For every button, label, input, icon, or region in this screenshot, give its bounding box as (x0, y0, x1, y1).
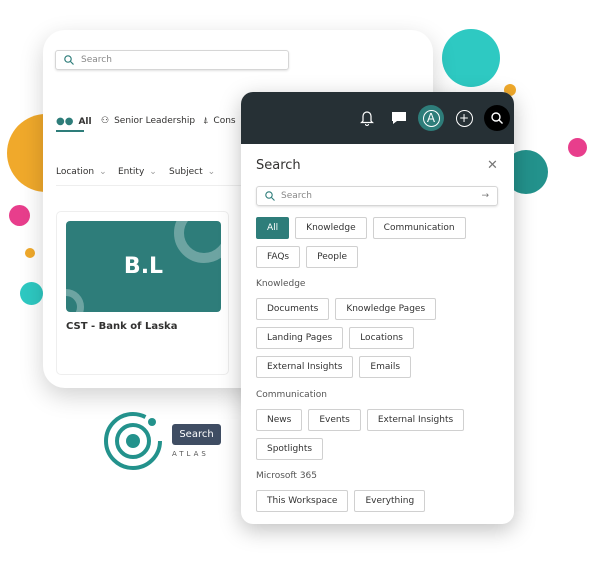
close-icon[interactable]: ✕ (487, 158, 498, 173)
chip-everything[interactable]: Everything (354, 490, 426, 512)
person-lock-icon: ⚇ (101, 116, 110, 126)
scope-knowledge[interactable]: Knowledge (295, 217, 367, 239)
brand-name: ATLAS (172, 450, 209, 458)
decor-circle (9, 205, 30, 226)
scope-faqs[interactable]: FAQs (256, 246, 301, 268)
search-icon (64, 55, 74, 65)
filter-entity[interactable]: Entity ⌄ (118, 167, 157, 177)
chevron-down-icon: ⌄ (207, 167, 216, 177)
decor-circle (25, 248, 35, 258)
search-input[interactable]: Search (55, 50, 289, 70)
cone-icon: ⍋ (203, 116, 209, 126)
search-panel: A + Search ✕ Search → All Knowledge Comm… (241, 92, 514, 524)
people-icon: ●● (56, 116, 74, 127)
chevron-down-icon: ⌄ (149, 167, 157, 177)
scope-communication[interactable]: Communication (372, 217, 466, 239)
tab-all[interactable]: ●● All (56, 116, 92, 127)
scope-all[interactable]: All (256, 217, 290, 239)
chat-icon[interactable] (386, 105, 412, 131)
search-badge: Search (172, 424, 221, 445)
search-icon[interactable] (484, 105, 510, 131)
chip-external-insights[interactable]: External Insights (366, 409, 465, 431)
chip-news[interactable]: News (256, 409, 303, 431)
chip-locations[interactable]: Locations (349, 327, 414, 349)
decor-circle (20, 282, 43, 305)
search-icon (265, 191, 275, 201)
chip-documents[interactable]: Documents (256, 298, 330, 320)
chip-landing-pages[interactable]: Landing Pages (256, 327, 344, 349)
bell-icon[interactable] (354, 105, 380, 131)
section-label: Knowledge (256, 279, 306, 289)
atlas-logo (102, 410, 164, 476)
active-tab-underline (56, 130, 84, 132)
tab-cons[interactable]: ⍋ Cons (203, 116, 236, 126)
arrow-right-icon[interactable]: → (481, 191, 489, 201)
card-thumbnail: B.L (66, 221, 221, 312)
chip-events[interactable]: Events (308, 409, 361, 431)
card-title: CST - Bank of Laska (66, 321, 178, 332)
decor-circle (442, 29, 500, 87)
chip-knowledge-pages[interactable]: Knowledge Pages (335, 298, 437, 320)
filter-location[interactable]: Location ⌄ (56, 167, 107, 177)
chip-spotlights[interactable]: Spotlights (256, 438, 324, 460)
logo: B.L (123, 254, 164, 279)
section-label: Microsoft 365 (256, 471, 317, 481)
filter-subject[interactable]: Subject ⌄ (169, 167, 215, 177)
chevron-down-icon: ⌄ (99, 167, 107, 177)
chip-external-insights[interactable]: External Insights (256, 356, 354, 378)
chip-emails[interactable]: Emails (359, 356, 412, 378)
top-bar: A + (241, 92, 514, 144)
add-icon[interactable]: + (451, 105, 477, 131)
scope-people[interactable]: People (306, 246, 359, 268)
section-label: Communication (256, 390, 327, 400)
chip-this-workspace[interactable]: This Workspace (256, 490, 349, 512)
panel-title: Search (256, 158, 301, 173)
site-card[interactable]: B.L CST - Bank of Laska (56, 211, 229, 375)
atlas-icon[interactable]: A (418, 105, 444, 131)
panel-search-input[interactable]: Search → (256, 186, 498, 206)
decor-circle (568, 138, 587, 157)
tab-senior-leadership[interactable]: ⚇ Senior Leadership (101, 116, 195, 126)
